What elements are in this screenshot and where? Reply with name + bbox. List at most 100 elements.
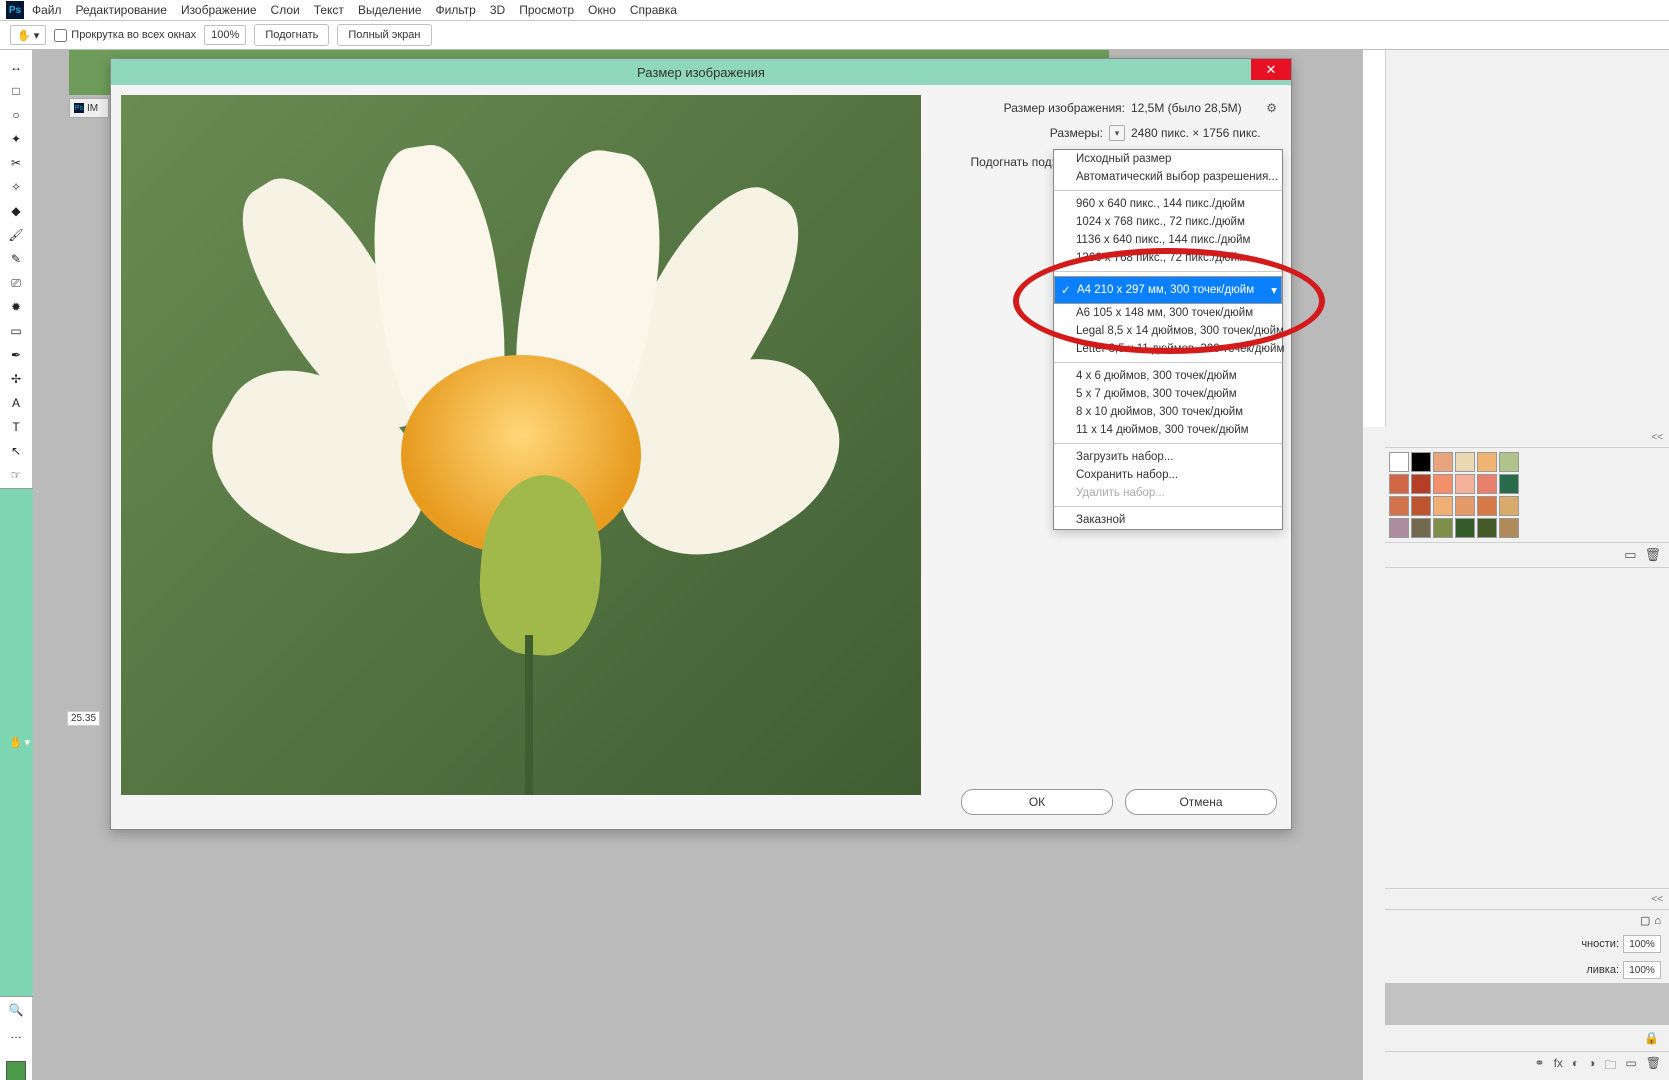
- fit-button[interactable]: Подогнать: [254, 24, 329, 46]
- swatch[interactable]: [1411, 518, 1431, 538]
- tool-eraser[interactable]: ✹: [4, 296, 28, 318]
- swatch[interactable]: [1433, 518, 1453, 538]
- perspective-icon[interactable]: ⌂: [1654, 915, 1661, 927]
- swatch[interactable]: [1411, 474, 1431, 494]
- swatch[interactable]: [1499, 452, 1519, 472]
- new-icon[interactable]: ▭: [1625, 1056, 1636, 1077]
- delete-icon[interactable]: 🗑: [1646, 1056, 1661, 1077]
- crop-icon[interactable]: ▢: [1640, 914, 1650, 927]
- panel-collapse-icon[interactable]: <<: [1385, 427, 1669, 448]
- dropdown-item[interactable]: A6 105 x 148 мм, 300 точек/дюйм: [1054, 304, 1282, 322]
- swatch[interactable]: [1389, 496, 1409, 516]
- close-icon[interactable]: ✕: [1251, 59, 1291, 80]
- menu-select[interactable]: Выделение: [358, 3, 422, 17]
- swatch[interactable]: [1389, 518, 1409, 538]
- ok-button[interactable]: ОК: [961, 789, 1113, 815]
- menu-layers[interactable]: Слои: [271, 3, 300, 17]
- swatch[interactable]: [1433, 474, 1453, 494]
- fx-icon[interactable]: fx: [1554, 1056, 1563, 1077]
- swatch[interactable]: [1499, 474, 1519, 494]
- tool-wand[interactable]: ✦: [4, 128, 28, 150]
- swatch[interactable]: [1455, 496, 1475, 516]
- menu-help[interactable]: Справка: [630, 3, 677, 17]
- dropdown-item[interactable]: A4 210 x 297 мм, 300 точек/дюйм: [1054, 276, 1282, 304]
- swatch[interactable]: [1477, 452, 1497, 472]
- tool-heal[interactable]: ◆: [4, 200, 28, 222]
- folder-icon[interactable]: 🗀: [1604, 1056, 1616, 1077]
- dropdown-item[interactable]: Заказной: [1054, 511, 1282, 529]
- link-icon[interactable]: ⚭: [1535, 1056, 1545, 1077]
- tool-gradient[interactable]: ▭: [4, 320, 28, 342]
- tool-more[interactable]: …: [4, 1023, 28, 1045]
- dropdown-item[interactable]: 5 x 7 дюймов, 300 точек/дюйм: [1054, 385, 1282, 403]
- swatch[interactable]: [1499, 518, 1519, 538]
- fg-color-swatch[interactable]: [6, 1061, 26, 1080]
- swatch[interactable]: [1455, 518, 1475, 538]
- tool-pencil[interactable]: ✎: [4, 248, 28, 270]
- dropdown-item[interactable]: Автоматический выбор разрешения...: [1054, 168, 1282, 186]
- dropdown-item[interactable]: Сохранить набор...: [1054, 466, 1282, 484]
- swatch[interactable]: [1455, 452, 1475, 472]
- dropdown-item[interactable]: 8 x 10 дюймов, 300 точек/дюйм: [1054, 403, 1282, 421]
- tool-hand[interactable]: ✋: [0, 488, 35, 997]
- menu-image[interactable]: Изображение: [181, 3, 257, 17]
- scroll-all-check[interactable]: Прокрутка во всех окнах: [54, 29, 196, 42]
- tool-clone[interactable]: ⎚: [4, 272, 28, 294]
- dropdown-item[interactable]: 1366 x 768 пикс., 72 пикс./дюйм: [1054, 249, 1282, 267]
- dropdown-item[interactable]: Исходный размер: [1054, 150, 1282, 168]
- layers-collapse-icon[interactable]: <<: [1385, 889, 1669, 910]
- adjust-icon[interactable]: ◑: [1588, 1056, 1595, 1077]
- new-layer-icon[interactable]: ▭: [1624, 547, 1636, 563]
- dropdown-item[interactable]: 1024 x 768 пикс., 72 пикс./дюйм: [1054, 213, 1282, 231]
- menu-3d[interactable]: 3D: [490, 3, 505, 17]
- fullscreen-button[interactable]: Полный экран: [337, 24, 431, 46]
- tool-smudge[interactable]: ✒: [4, 344, 28, 366]
- tool-path[interactable]: ↖: [4, 440, 28, 462]
- opacity-value[interactable]: 100%: [1623, 935, 1661, 953]
- tool-move[interactable]: ↔: [4, 56, 28, 78]
- swatch[interactable]: [1389, 452, 1409, 472]
- swatch[interactable]: [1455, 474, 1475, 494]
- swatch[interactable]: [1477, 518, 1497, 538]
- menu-edit[interactable]: Редактирование: [76, 3, 167, 17]
- tool-eyedrop[interactable]: ✧: [4, 176, 28, 198]
- tool-pen[interactable]: A: [4, 392, 28, 414]
- gear-icon[interactable]: ⚙: [1266, 101, 1277, 115]
- tool-crop[interactable]: ✂: [4, 152, 28, 174]
- dropdown-item[interactable]: 4 x 6 дюймов, 300 точек/дюйм: [1054, 367, 1282, 385]
- tool-shape[interactable]: ☞: [4, 464, 28, 486]
- swatch[interactable]: [1433, 496, 1453, 516]
- menu-filter[interactable]: Фильтр: [436, 3, 476, 17]
- dropdown-item[interactable]: 11 x 14 дюймов, 300 точек/дюйм: [1054, 421, 1282, 439]
- swatch[interactable]: [1499, 496, 1519, 516]
- layer-list[interactable]: [1385, 983, 1669, 1025]
- tool-type[interactable]: T: [4, 416, 28, 438]
- document-tab[interactable]: PsIM: [69, 98, 109, 118]
- swatch[interactable]: [1433, 452, 1453, 472]
- fill-value[interactable]: 100%: [1623, 961, 1661, 979]
- trash-icon[interactable]: 🗑: [1644, 547, 1661, 563]
- zoom-level[interactable]: 100%: [204, 25, 246, 45]
- swatch[interactable]: [1389, 474, 1409, 494]
- lock-icon[interactable]: 🔒: [1644, 1031, 1659, 1045]
- dropdown-item[interactable]: Legal 8,5 x 14 дюймов, 300 точек/дюйм: [1054, 322, 1282, 340]
- dims-menu-icon[interactable]: ▾: [1109, 125, 1125, 141]
- tool-marquee[interactable]: □: [4, 80, 28, 102]
- swatch[interactable]: [1477, 496, 1497, 516]
- dropdown-item[interactable]: Letter 8,5 x 11 дюймов, 300 точек/дюйм: [1054, 340, 1282, 358]
- menu-file[interactable]: Файл: [32, 3, 62, 17]
- swatch[interactable]: [1477, 474, 1497, 494]
- tool-brush[interactable]: 🖌: [4, 224, 28, 246]
- menu-view[interactable]: Просмотр: [519, 3, 574, 17]
- cancel-button[interactable]: Отмена: [1125, 789, 1277, 815]
- menu-text[interactable]: Текст: [314, 3, 344, 17]
- tool-dodge[interactable]: ✢: [4, 368, 28, 390]
- tool-zoom[interactable]: 🔍: [4, 999, 28, 1021]
- menu-window[interactable]: Окно: [588, 3, 616, 17]
- swatch[interactable]: [1411, 452, 1431, 472]
- tool-opts-hand-icon[interactable]: ✋ ▾: [10, 25, 46, 45]
- swatch[interactable]: [1411, 496, 1431, 516]
- tool-lasso[interactable]: ○: [4, 104, 28, 126]
- dropdown-item[interactable]: 960 x 640 пикс., 144 пикс./дюйм: [1054, 195, 1282, 213]
- dropdown-item[interactable]: 1136 x 640 пикс., 144 пикс./дюйм: [1054, 231, 1282, 249]
